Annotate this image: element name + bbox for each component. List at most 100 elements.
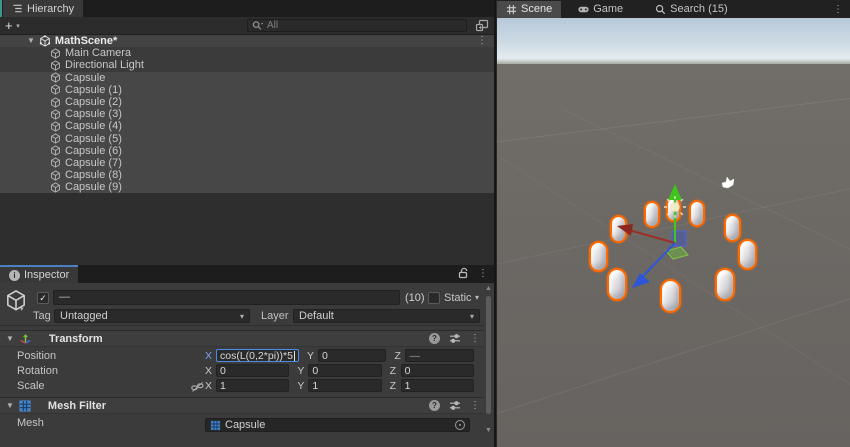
tab-inspector[interactable]: i Inspector — [0, 265, 78, 283]
chevron-down-icon: ▾ — [240, 312, 244, 321]
rotation-label: Rotation — [17, 365, 58, 377]
hierarchy-item[interactable]: Capsule (6) — [0, 145, 494, 157]
hierarchy-toolbar: + ▾ All — [0, 17, 494, 35]
chevron-down-icon[interactable]: ▾ — [20, 305, 24, 313]
hierarchy-item[interactable]: Capsule (7) — [0, 157, 494, 169]
object-picker-icon[interactable] — [455, 420, 465, 430]
hierarchy-item[interactable]: Capsule (9) — [0, 181, 494, 193]
link-scale-icon[interactable] — [191, 381, 204, 393]
hierarchy-items: Main Camera Directional Light Capsule — [0, 47, 494, 193]
scene-grid-icon — [506, 4, 517, 15]
axis-y-label: Y — [307, 350, 318, 362]
hierarchy-item-label: Capsule (5) — [65, 133, 122, 145]
lock-icon[interactable] — [458, 267, 469, 279]
mesh-row: Mesh Capsule — [0, 416, 494, 434]
scene-tab-bar: Scene Game Search (15) ⋮ — [497, 0, 850, 18]
gameobject-cube-icon — [50, 84, 61, 95]
scene-viewport[interactable] — [497, 18, 850, 447]
mesh-icon — [210, 420, 221, 431]
scale-x-field[interactable]: 1 — [216, 379, 289, 392]
gameobject-cube-icon — [50, 48, 61, 59]
tab-hierarchy[interactable]: Hierarchy — [3, 0, 83, 17]
hierarchy-item[interactable]: Capsule — [0, 72, 494, 84]
mesh-object-field[interactable]: Capsule — [205, 418, 470, 432]
mesh-filter-component: ▼ Mesh Filter ? ⋮ Mesh Capsule — [0, 397, 494, 434]
hierarchy-scene-row[interactable]: ▼ MathScene* ⋮ — [0, 35, 494, 47]
mesh-label: Mesh — [17, 417, 44, 429]
hierarchy-item[interactable]: Capsule (1) — [0, 84, 494, 96]
help-icon[interactable]: ? — [429, 333, 440, 344]
position-x-field[interactable]: cos(L(0,2*pi))*5 — [216, 349, 299, 362]
component-title: Transform — [49, 333, 103, 345]
add-object-button[interactable]: + ▾ — [5, 18, 20, 34]
kebab-icon[interactable]: ⋮ — [477, 35, 487, 47]
foldout-icon[interactable]: ▼ — [27, 35, 35, 47]
scroll-down-icon[interactable]: ▼ — [485, 427, 492, 434]
search-icon — [655, 4, 666, 15]
kebab-icon[interactable]: ⋮ — [470, 400, 480, 411]
gameobject-cube-icon — [50, 145, 61, 156]
kebab-icon[interactable]: ⋮ — [478, 268, 488, 279]
position-z-field[interactable]: — — [405, 349, 474, 362]
mesh-filter-icon — [19, 400, 31, 412]
scroll-up-icon[interactable]: ▲ — [485, 285, 492, 292]
presets-icon[interactable] — [449, 333, 461, 344]
hierarchy-tree: ▼ MathScene* ⋮ Main Camera Directional L… — [0, 35, 494, 265]
left-panel-column: Hierarchy + ▾ All ▼ MathScene* ⋮ — [0, 0, 496, 447]
transform-rows: Position Xcos(L(0,2*pi))*5 Y0 Z— Rotatio… — [0, 347, 494, 397]
gameobject-cube-icon — [50, 157, 61, 168]
scale-z-field[interactable]: 1 — [401, 379, 474, 392]
static-dropdown-icon[interactable]: ▾ — [475, 293, 479, 302]
kebab-icon[interactable]: ⋮ — [470, 333, 480, 344]
rotation-z-field[interactable]: 0 — [401, 364, 474, 377]
presets-icon[interactable] — [449, 400, 461, 411]
hierarchy-item-label: Capsule — [65, 72, 105, 84]
text-cursor — [294, 351, 295, 361]
hierarchy-item[interactable]: Capsule (5) — [0, 133, 494, 145]
hierarchy-item[interactable]: Capsule (3) — [0, 108, 494, 120]
gizmo-axis-z[interactable] — [643, 243, 675, 276]
inspector-scrollbar[interactable]: ▲ ▼ — [484, 283, 494, 447]
rotation-x-field[interactable]: 0 — [216, 364, 289, 377]
tab-game[interactable]: Game — [569, 1, 632, 18]
tag-dropdown[interactable]: Untagged▾ — [54, 309, 250, 323]
help-icon[interactable]: ? — [429, 400, 440, 411]
layer-dropdown[interactable]: Default▾ — [293, 309, 480, 323]
rotation-y-field[interactable]: 0 — [308, 364, 381, 377]
object-name-field[interactable]: — — [53, 290, 400, 305]
hierarchy-item[interactable]: Capsule (4) — [0, 120, 494, 132]
gizmo-arrow-x[interactable] — [617, 224, 633, 236]
move-gizmo[interactable] — [497, 18, 850, 447]
hierarchy-item[interactable]: Capsule (2) — [0, 96, 494, 108]
hierarchy-item-label: Main Camera — [65, 47, 131, 59]
tab-search[interactable]: Search (15) — [646, 1, 736, 18]
hierarchy-item[interactable]: Main Camera — [0, 47, 494, 59]
tab-scene[interactable]: Scene — [497, 1, 561, 18]
position-y-field[interactable]: 0 — [318, 349, 387, 362]
scrollbar-thumb[interactable] — [486, 296, 491, 414]
active-checkbox[interactable]: ✓ — [37, 292, 49, 304]
kebab-icon[interactable]: ⋮ — [833, 4, 850, 15]
scene-view-panel: Scene Game Search (15) ⋮ — [497, 0, 850, 447]
gizmo-axis-x[interactable] — [629, 230, 675, 243]
gameobject-cube-icon — [50, 97, 61, 108]
hierarchy-item-label: Capsule (9) — [65, 181, 122, 193]
hierarchy-search-input[interactable]: All — [247, 19, 467, 32]
position-row: Position Xcos(L(0,2*pi))*5 Y0 Z— — [0, 349, 494, 364]
gizmo-arrow-z[interactable] — [632, 273, 650, 288]
foldout-icon[interactable]: ▼ — [6, 401, 14, 410]
hierarchy-item-label: Capsule (3) — [65, 108, 122, 120]
gameobject-cube-icon — [50, 60, 61, 71]
hierarchy-item[interactable]: Capsule (8) — [0, 169, 494, 181]
scale-y-field[interactable]: 1 — [308, 379, 381, 392]
foldout-icon[interactable]: ▼ — [6, 334, 14, 343]
hierarchy-item-label: Capsule (8) — [65, 169, 122, 181]
gameobject-cube-icon — [50, 121, 61, 132]
static-checkbox[interactable] — [428, 292, 440, 304]
open-search-window-icon[interactable] — [475, 19, 489, 32]
hierarchy-item[interactable]: Directional Light — [0, 59, 494, 71]
mesh-filter-header[interactable]: ▼ Mesh Filter ? ⋮ — [0, 397, 494, 414]
transform-header[interactable]: ▼ Transform ? ⋮ — [0, 330, 494, 347]
unity-scene-icon — [39, 35, 51, 47]
transform-component: ▼ Transform ? ⋮ Position Xcos(L(0,2*pi))… — [0, 330, 494, 397]
